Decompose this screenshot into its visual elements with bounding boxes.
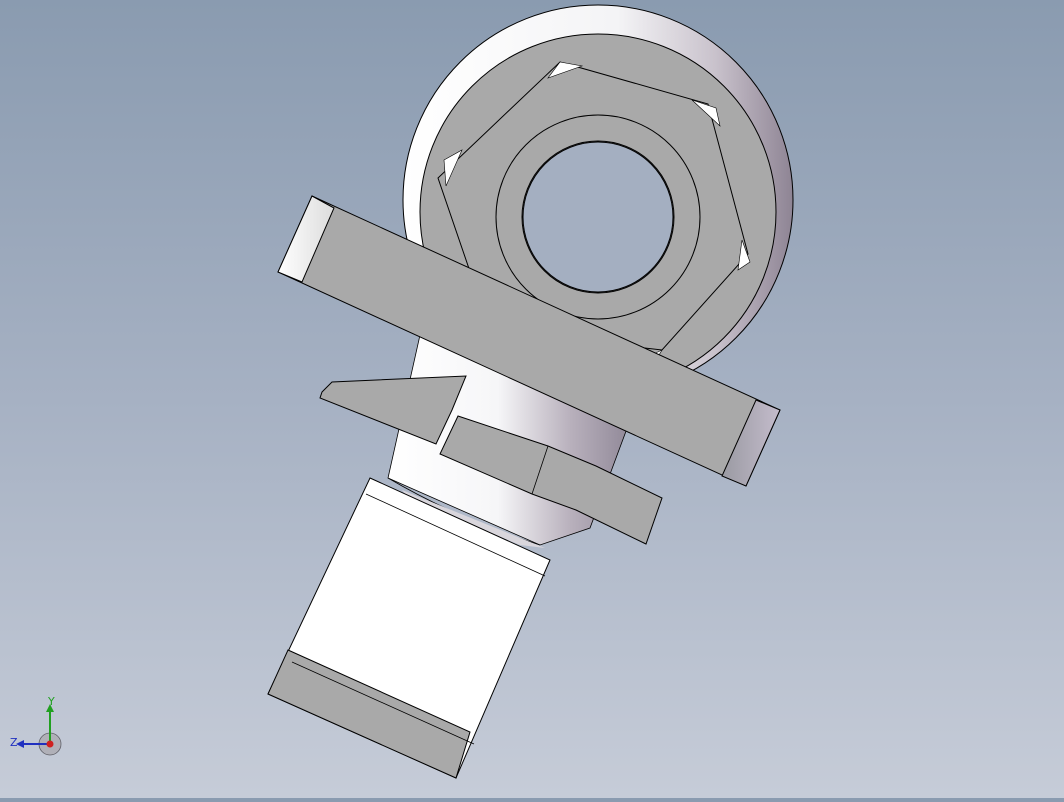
center-bore	[522, 141, 674, 293]
z-axis-label: Z	[10, 736, 18, 749]
model-view[interactable]	[0, 0, 1064, 798]
graphics-viewport[interactable]: Y Z	[0, 0, 1064, 798]
view-orientation-triad[interactable]: Y Z	[8, 695, 64, 756]
x-axis-point-icon	[46, 740, 54, 748]
y-axis-label: Y	[47, 696, 55, 708]
